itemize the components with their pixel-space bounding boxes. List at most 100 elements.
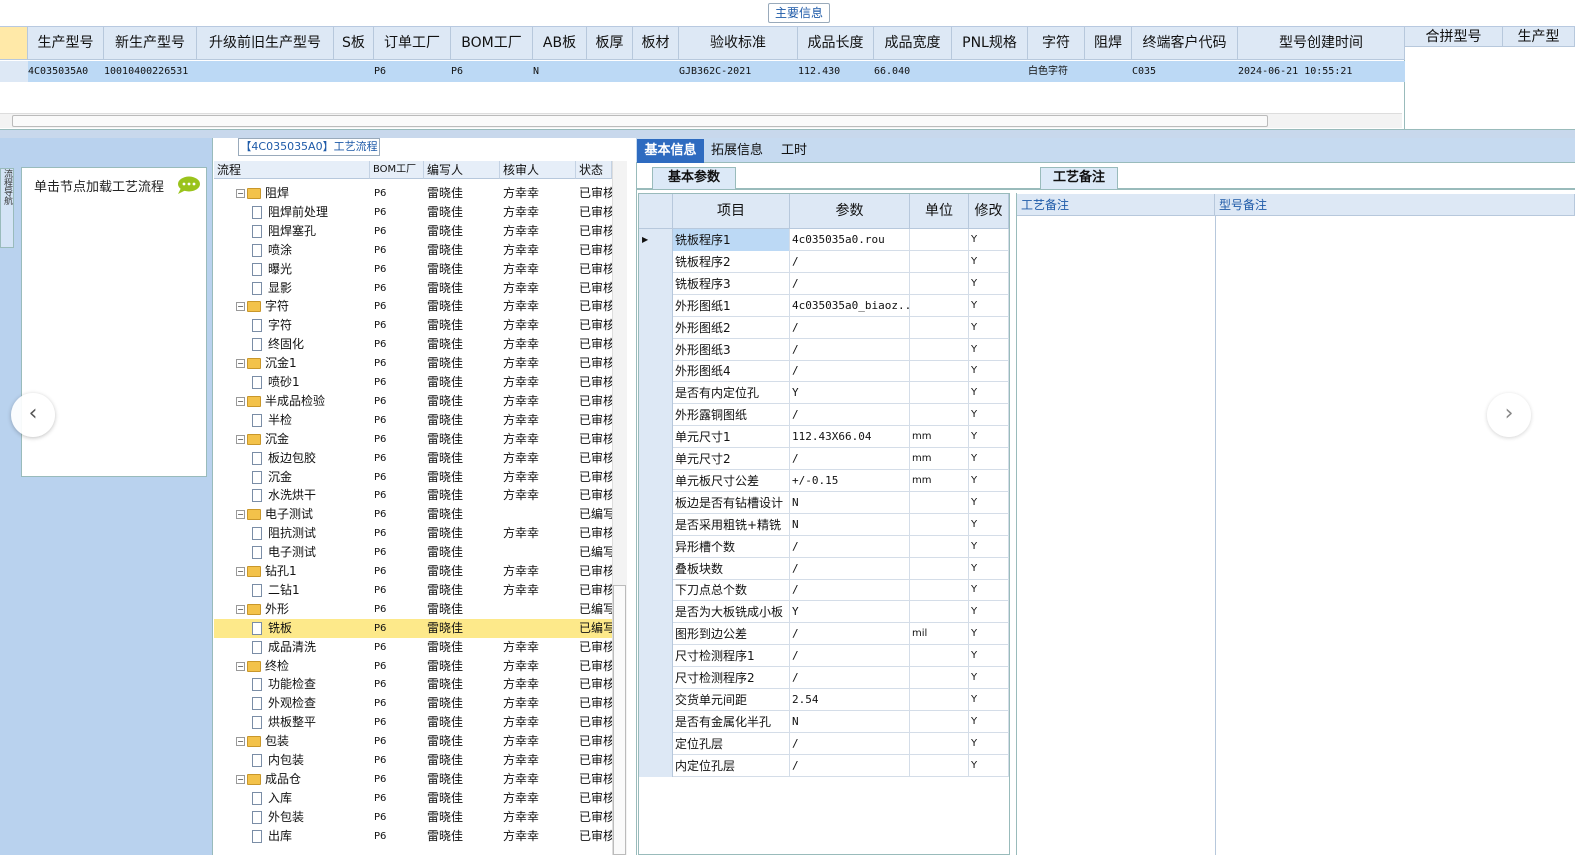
param-modify[interactable]: Y: [969, 316, 1009, 339]
col-header-old-production-model[interactable]: 升级前旧生产型号: [197, 27, 334, 60]
col-header-material[interactable]: 板材: [633, 27, 679, 60]
param-value[interactable]: /: [790, 754, 910, 777]
tree-row[interactable]: − 终检 P6 雷晓佳 方幸幸 已审核: [214, 657, 612, 676]
param-value[interactable]: /: [790, 338, 910, 361]
tree-row[interactable]: − 字符 P6 雷晓佳 方幸幸 已审核: [214, 297, 612, 316]
param-value[interactable]: /: [790, 316, 910, 339]
row-indicator[interactable]: [639, 250, 673, 273]
tree-row[interactable]: 烘板整平 P6 雷晓佳 方幸幸 已审核: [214, 713, 612, 732]
param-modify[interactable]: Y: [969, 294, 1009, 317]
param-item[interactable]: 板边是否有钻槽设计: [673, 491, 790, 514]
param-modify[interactable]: Y: [969, 382, 1009, 405]
param-item[interactable]: 铣板程序3: [673, 272, 790, 295]
param-modify[interactable]: Y: [969, 710, 1009, 733]
tree-col-bom-factory[interactable]: BOM工厂: [370, 161, 424, 179]
param-modify[interactable]: Y: [969, 667, 1009, 689]
col-header-bom-factory[interactable]: BOM工厂: [451, 27, 533, 60]
tree-row[interactable]: 喷涂 P6 雷晓佳 方幸幸 已审核: [214, 241, 612, 260]
param-item[interactable]: 是否有内定位孔: [673, 382, 790, 405]
param-unit[interactable]: [910, 316, 969, 339]
param-row[interactable]: 定位孔层 / Y: [639, 732, 1009, 755]
master-horizontal-scrollbar[interactable]: [0, 113, 1402, 128]
param-value[interactable]: /: [790, 272, 910, 295]
tree-row[interactable]: 半检 P6 雷晓佳 方幸幸 已审核: [214, 411, 612, 430]
param-item[interactable]: 是否有金属化半孔: [673, 710, 790, 733]
param-unit[interactable]: [910, 579, 969, 602]
cell-pnl-spec[interactable]: [952, 61, 1028, 82]
row-indicator[interactable]: [639, 645, 673, 668]
param-row[interactable]: 铣板程序3/ Y: [639, 272, 1009, 295]
side-tab[interactable]: 流程导航: [0, 168, 14, 248]
param-unit[interactable]: [910, 754, 969, 777]
tree-row[interactable]: 成品清洗 P6 雷晓佳 方幸幸 已审核: [214, 638, 612, 657]
param-value[interactable]: /: [790, 360, 910, 383]
tab-work-hours[interactable]: 工时: [770, 139, 818, 163]
select-all-corner[interactable]: [0, 27, 28, 60]
col-header-solder-mask[interactable]: 阻焊: [1085, 27, 1132, 60]
tree-row[interactable]: 阻抗测试 P6 雷晓佳 方幸幸 已审核: [214, 524, 612, 543]
cell-character[interactable]: 白色字符: [1028, 61, 1085, 82]
cell-width[interactable]: 66.040: [874, 61, 952, 82]
next-arrow-button[interactable]: ›: [1487, 393, 1531, 437]
param-modify[interactable]: Y: [969, 688, 1009, 711]
param-unit[interactable]: [910, 513, 969, 536]
param-value[interactable]: Y: [790, 601, 910, 624]
tree-row[interactable]: − 半成品检验 P6 雷晓佳 方幸幸 已审核: [214, 392, 612, 411]
param-modify[interactable]: Y: [969, 732, 1009, 755]
param-item[interactable]: 外形图纸1: [673, 294, 790, 317]
param-row[interactable]: 外形图纸3/ Y: [639, 338, 1009, 361]
cell-solder-mask[interactable]: [1085, 61, 1132, 82]
node-hint-panel[interactable]: [21, 167, 207, 477]
param-modify[interactable]: Y: [969, 229, 1009, 251]
col-header-length[interactable]: 成品长度: [798, 27, 874, 60]
param-modify[interactable]: Y: [969, 645, 1009, 668]
params-col-param[interactable]: 参数: [790, 194, 910, 229]
param-item[interactable]: 交货单元间距: [673, 688, 790, 711]
row-indicator[interactable]: [639, 513, 673, 536]
tab-basic-info[interactable]: 基本信息: [637, 139, 704, 163]
tree-row[interactable]: 二钻1 P6 雷晓佳 方幸幸 已审核: [214, 581, 612, 600]
tree-row[interactable]: − 沉金 P6 雷晓佳 方幸幸 已审核: [214, 430, 612, 449]
param-item[interactable]: 是否采用粗铣+精铣: [673, 513, 790, 536]
param-item[interactable]: 下刀点总个数: [673, 579, 790, 602]
remark-col-model[interactable]: 型号备注: [1215, 194, 1575, 216]
param-value[interactable]: /: [790, 579, 910, 602]
cell-ab-board[interactable]: N: [533, 61, 587, 82]
col-header-acceptance-standard[interactable]: 验收标准: [679, 27, 798, 60]
param-row[interactable]: 内定位孔层 / Y: [639, 754, 1009, 777]
param-value[interactable]: /: [790, 404, 910, 427]
param-modify[interactable]: Y: [969, 579, 1009, 602]
param-unit[interactable]: [910, 404, 969, 427]
col-header-production[interactable]: 生产型: [1503, 27, 1575, 47]
row-indicator[interactable]: ▶: [639, 229, 673, 251]
param-row[interactable]: 外形图纸4/ Y: [639, 360, 1009, 383]
param-value[interactable]: /: [790, 557, 910, 580]
param-row[interactable]: 单元尺寸2/mm Y: [639, 448, 1009, 470]
param-value[interactable]: N: [790, 513, 910, 536]
param-value[interactable]: /: [790, 250, 910, 273]
param-value[interactable]: Y: [790, 382, 910, 405]
collapse-toggle-icon[interactable]: −: [236, 567, 245, 576]
param-item[interactable]: 铣板程序2: [673, 250, 790, 273]
param-unit[interactable]: mm: [910, 448, 969, 470]
tree-row[interactable]: − 钻孔1 P6 雷晓佳 方幸幸 已审核: [214, 562, 612, 581]
row-indicator[interactable]: [639, 294, 673, 317]
tree-row[interactable]: − 包装 P6 雷晓佳 方幸幸 已审核: [214, 732, 612, 751]
col-header-new-production-model[interactable]: 新生产型号: [104, 27, 197, 60]
col-header-customer-code[interactable]: 终端客户代码: [1132, 27, 1238, 60]
param-value[interactable]: /: [790, 623, 910, 646]
param-unit[interactable]: mil: [910, 623, 969, 646]
row-indicator[interactable]: [639, 491, 673, 514]
param-modify[interactable]: Y: [969, 338, 1009, 361]
collapse-toggle-icon[interactable]: −: [236, 302, 245, 312]
col-header-created-time[interactable]: 型号创建时间: [1238, 27, 1405, 60]
tree-row[interactable]: 入库 P6 雷晓佳 方幸幸 已审核: [214, 789, 612, 808]
chat-bubble-icon[interactable]: [175, 175, 201, 195]
tree-row[interactable]: 喷砂1 P6 雷晓佳 方幸幸 已审核: [214, 373, 612, 392]
param-value[interactable]: /: [790, 645, 910, 668]
row-indicator[interactable]: [639, 688, 673, 711]
tree-row[interactable]: − 沉金1 P6 雷晓佳 方幸幸 已审核: [214, 354, 612, 373]
cell-created-time[interactable]: 2024-06-21 10:55:21: [1238, 61, 1405, 82]
tree-row[interactable]: 水洗烘干 P6 雷晓佳 方幸幸 已审核: [214, 486, 612, 505]
param-item[interactable]: 外形露铜图纸: [673, 404, 790, 427]
